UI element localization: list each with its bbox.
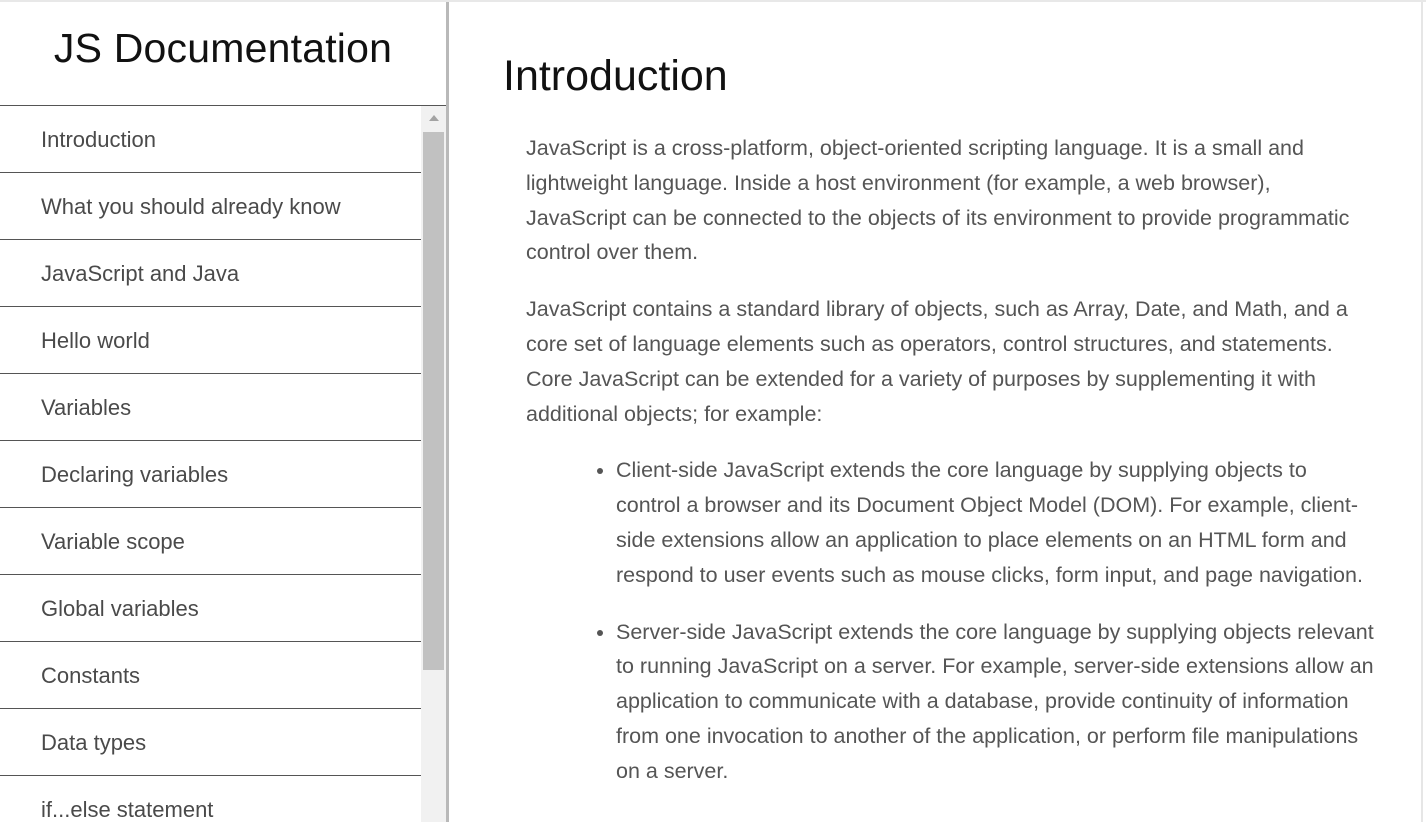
paragraph: JavaScript contains a standard library o… <box>526 297 1348 426</box>
sidebar-item: Hello world <box>0 307 421 374</box>
sidebar-scroll-area[interactable]: Introduction What you should already kno… <box>0 106 446 822</box>
sidebar-nav: JS Documentation Introduction What you s… <box>0 2 449 822</box>
bullet-item: Client-side JavaScript extends the core … <box>616 453 1374 592</box>
sidebar-item: Declaring variables <box>0 441 421 508</box>
nav-link-data-types[interactable]: Data types <box>0 709 421 776</box>
sidebar-item: Global variables <box>0 575 421 642</box>
main-content: Introduction JavaScript is a cross-platf… <box>449 2 1421 822</box>
nav-link-hello-world[interactable]: Hello world <box>0 307 421 374</box>
bullet-item: Server-side JavaScript extends the core … <box>616 615 1374 789</box>
bullet-list: Client-side JavaScript extends the core … <box>526 453 1374 788</box>
sidebar-item: JavaScript and Java <box>0 240 421 307</box>
scroll-up-arrow-icon[interactable] <box>421 106 446 130</box>
page: JS Documentation Introduction What you s… <box>0 0 1426 822</box>
sidebar-item: Constants <box>0 642 421 709</box>
sidebar-list: Introduction What you should already kno… <box>0 106 421 822</box>
window-right-border <box>1421 2 1423 822</box>
nav-link-if-else-statement[interactable]: if...else statement <box>0 776 421 822</box>
nav-link-constants[interactable]: Constants <box>0 642 421 709</box>
sidebar-item: What you should already know <box>0 173 421 240</box>
sidebar-scrollbar[interactable] <box>421 106 446 822</box>
sidebar-item: Data types <box>0 709 421 776</box>
sidebar-item: Variable scope <box>0 508 421 575</box>
sidebar-header: JS Documentation <box>0 2 446 106</box>
nav-link-introduction[interactable]: Introduction <box>0 106 421 173</box>
paragraph: JavaScript is a cross-platform, object-o… <box>526 136 1350 265</box>
nav-link-what-you-should-already-know[interactable]: What you should already know <box>0 173 421 240</box>
sidebar-item: Variables <box>0 374 421 441</box>
nav-link-javascript-and-java[interactable]: JavaScript and Java <box>0 240 421 307</box>
nav-link-global-variables[interactable]: Global variables <box>0 575 421 642</box>
section-heading: Introduction <box>503 52 728 100</box>
section-body: JavaScript is a cross-platform, object-o… <box>526 131 1374 811</box>
nav-link-variables[interactable]: Variables <box>0 374 421 441</box>
scrollbar-thumb[interactable] <box>423 132 444 670</box>
nav-link-variable-scope[interactable]: Variable scope <box>0 508 421 575</box>
sidebar-item: if...else statement <box>0 776 421 822</box>
sidebar-item: Introduction <box>0 106 421 173</box>
sidebar-title: JS Documentation <box>53 25 393 71</box>
nav-link-declaring-variables[interactable]: Declaring variables <box>0 441 421 508</box>
